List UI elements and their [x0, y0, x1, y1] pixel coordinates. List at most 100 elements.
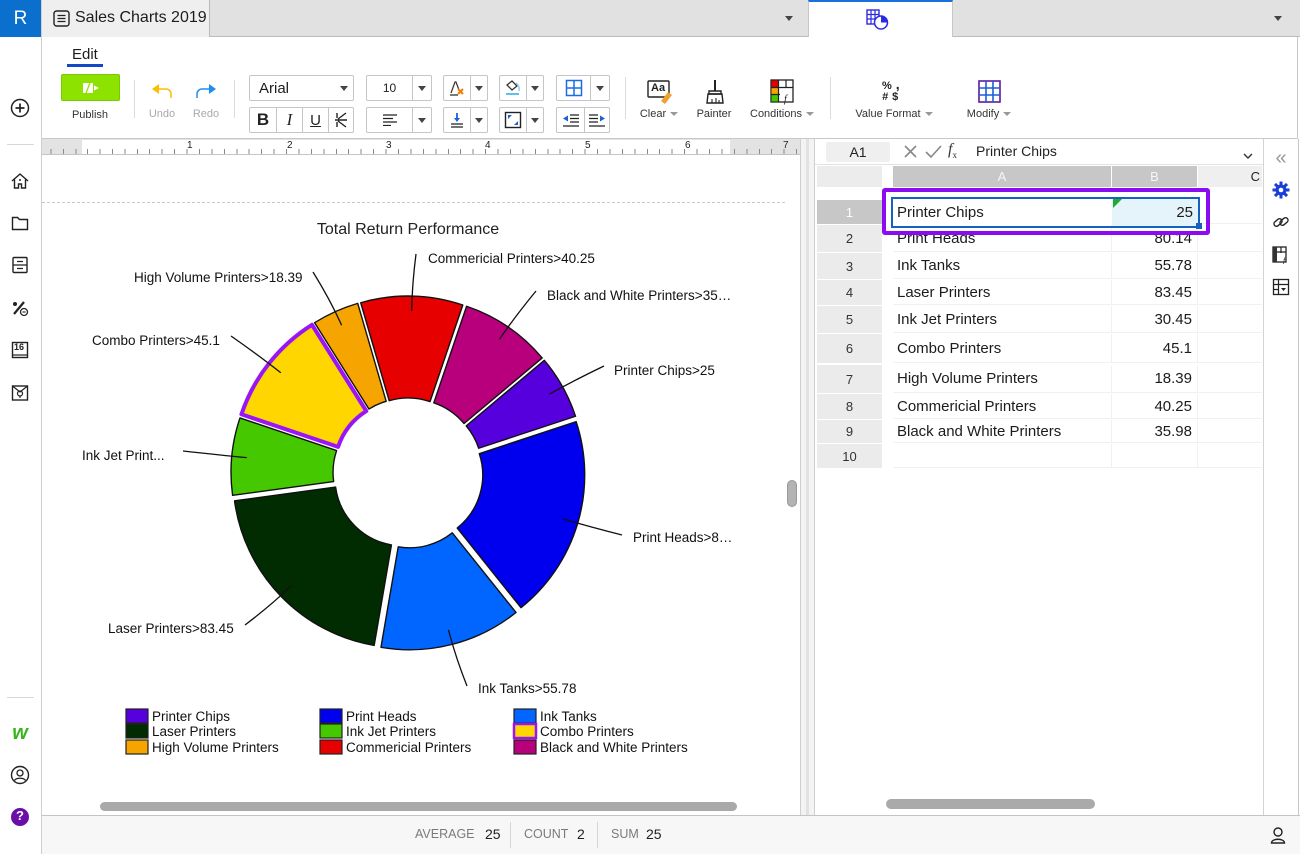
calendar-icon[interactable]: 16 — [9, 339, 31, 361]
expand-formula-icon[interactable] — [1243, 147, 1253, 165]
cell-b9[interactable]: 35.98 — [1112, 420, 1198, 443]
cell-b7[interactable]: 18.39 — [1112, 365, 1198, 393]
legend-swatch[interactable] — [125, 739, 149, 755]
cell-a8[interactable]: Commericial Printers — [893, 394, 1112, 419]
legend-label[interactable]: Print Heads — [346, 709, 417, 724]
donut-slice-laser-printers[interactable] — [233, 486, 393, 647]
row-header[interactable]: 3 — [817, 253, 882, 279]
row-header[interactable]: 6 — [817, 334, 882, 363]
cell-a5[interactable]: Ink Jet Printers — [893, 306, 1112, 333]
clear-format-button[interactable] — [443, 75, 488, 101]
cell-b6[interactable]: 45.1 — [1112, 334, 1198, 363]
pane-menu-dropdown-icon[interactable] — [1274, 16, 1282, 21]
fill-color-button[interactable] — [499, 75, 544, 101]
app-logo[interactable]: R — [0, 0, 41, 37]
font-size-select[interactable]: 10 — [366, 75, 432, 101]
check-icon[interactable] — [925, 144, 942, 164]
horizontal-align-select[interactable] — [366, 107, 432, 133]
legend-swatch[interactable] — [513, 739, 537, 755]
folder-icon[interactable] — [9, 212, 31, 234]
idea-icon[interactable] — [9, 382, 31, 404]
select-all-corner[interactable] — [817, 166, 882, 187]
legend-label[interactable]: Black and White Printers — [540, 740, 688, 755]
merge-cells-select[interactable] — [499, 107, 544, 133]
cell-b4[interactable]: 83.45 — [1112, 280, 1198, 305]
vertical-align-select[interactable] — [443, 107, 488, 133]
legend-swatch[interactable] — [319, 739, 343, 755]
ribbon-tab-edit[interactable]: Edit — [72, 46, 98, 63]
report-icon[interactable] — [9, 254, 31, 276]
value-format-button[interactable]: %, # $ Value Format — [848, 75, 940, 135]
slice-label[interactable]: Ink Jet Print... — [82, 448, 165, 463]
cell-b3[interactable]: 55.78 — [1112, 253, 1198, 279]
cell-b5[interactable]: 30.45 — [1112, 306, 1198, 333]
slice-label[interactable]: Print Heads>8… — [633, 530, 732, 545]
slice-label[interactable]: Combo Printers>45.1 — [92, 333, 220, 348]
close-icon[interactable] — [903, 144, 918, 164]
tab-menu-dropdown-icon[interactable] — [785, 16, 793, 21]
user-icon[interactable] — [1270, 826, 1286, 849]
legend-swatch[interactable] — [513, 708, 537, 724]
cell-c6[interactable] — [1198, 334, 1262, 363]
cell-a4[interactable]: Laser Printers — [893, 280, 1112, 305]
cell-c7[interactable] — [1198, 365, 1262, 393]
cell-a6[interactable]: Combo Printers — [893, 334, 1112, 363]
row-header[interactable]: 7 — [817, 365, 882, 393]
tab-chart-sheet[interactable] — [808, 0, 953, 38]
collapse-icon[interactable]: « — [1271, 147, 1291, 169]
legend-swatch[interactable] — [125, 708, 149, 724]
row-header[interactable]: 5 — [817, 306, 882, 333]
row-header[interactable]: 2 — [817, 225, 882, 252]
cell-c4[interactable] — [1198, 280, 1262, 305]
cell-c9[interactable] — [1198, 420, 1262, 443]
column-header-c[interactable]: C — [1198, 166, 1262, 187]
borders-button[interactable] — [556, 75, 610, 101]
fx-icon[interactable]: fx — [948, 141, 957, 160]
add-icon[interactable] — [9, 97, 31, 119]
percent-icon[interactable] — [9, 297, 31, 319]
legend-label[interactable]: Printer Chips — [152, 709, 230, 724]
bold-button[interactable]: B — [250, 108, 276, 132]
publish-button[interactable] — [61, 74, 120, 101]
column-header-a[interactable]: A — [893, 166, 1111, 187]
italic-button[interactable]: I — [276, 108, 302, 132]
sheet-horizontal-scrollbar[interactable] — [886, 799, 1095, 809]
row-header[interactable]: 9 — [817, 420, 882, 443]
cell-a3[interactable]: Ink Tanks — [893, 253, 1112, 279]
formula-table-icon[interactable]: f — [1271, 245, 1291, 265]
account-icon[interactable] — [9, 764, 31, 786]
redo-icon[interactable] — [194, 82, 218, 105]
legend-label[interactable]: Ink Tanks — [540, 709, 597, 724]
row-header[interactable]: 10 — [817, 444, 882, 468]
cell-c10[interactable] — [1198, 444, 1262, 468]
cell-c3[interactable] — [1198, 253, 1262, 279]
help-icon[interactable]: ? — [9, 806, 31, 828]
cell-b8[interactable]: 40.25 — [1112, 394, 1198, 419]
donut-chart[interactable]: Total Return Performance Printer Chips>2… — [42, 155, 785, 815]
row-header[interactable]: 1 — [817, 200, 882, 224]
cell-a9[interactable]: Black and White Printers — [893, 420, 1112, 443]
cell-b10[interactable] — [1112, 444, 1198, 468]
cell-a7[interactable]: High Volume Printers — [893, 365, 1112, 393]
slice-label[interactable]: Printer Chips>25 — [614, 363, 715, 378]
doc-horizontal-scrollbar[interactable] — [100, 802, 737, 811]
cell-reference-box[interactable]: A1 — [826, 142, 890, 162]
font-family-select[interactable]: Arial — [249, 75, 354, 101]
brand-w-icon[interactable]: w — [9, 722, 31, 744]
strikethrough-button[interactable] — [328, 108, 353, 132]
pane-splitter[interactable] — [800, 139, 815, 815]
settings-icon[interactable] — [1271, 180, 1291, 200]
legend-label[interactable]: Combo Printers — [540, 724, 634, 739]
modify-button[interactable]: Modify — [951, 75, 1027, 135]
legend-swatch[interactable] — [125, 723, 149, 739]
conditions-button[interactable]: f Conditions — [744, 75, 820, 135]
slice-label[interactable]: Black and White Printers>35… — [547, 288, 731, 303]
cell-c5[interactable] — [1198, 306, 1262, 333]
slice-label[interactable]: Laser Printers>83.45 — [108, 621, 234, 636]
slice-label[interactable]: High Volume Printers>18.39 — [134, 270, 302, 285]
legend-label[interactable]: Ink Jet Printers — [346, 724, 436, 739]
home-icon[interactable] — [9, 170, 31, 192]
legend-swatch[interactable] — [319, 708, 343, 724]
legend-swatch[interactable] — [319, 723, 343, 739]
cell-a10[interactable] — [893, 444, 1112, 468]
